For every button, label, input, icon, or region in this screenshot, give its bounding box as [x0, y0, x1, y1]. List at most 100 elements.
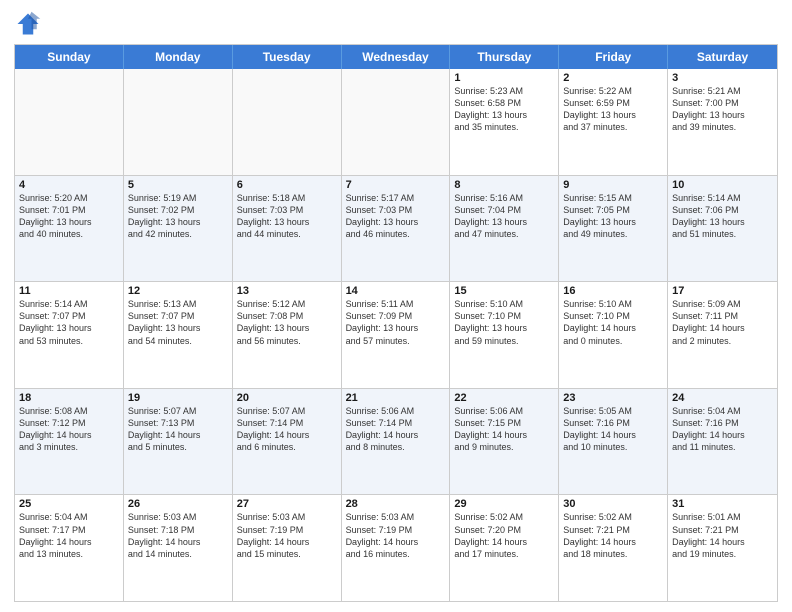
day-info: Sunrise: 5:15 AM Sunset: 7:05 PM Dayligh… [563, 192, 663, 241]
day-cell-19: 19Sunrise: 5:07 AM Sunset: 7:13 PM Dayli… [124, 389, 233, 495]
day-cell-22: 22Sunrise: 5:06 AM Sunset: 7:15 PM Dayli… [450, 389, 559, 495]
day-info: Sunrise: 5:04 AM Sunset: 7:16 PM Dayligh… [672, 405, 773, 454]
day-cell-6: 6Sunrise: 5:18 AM Sunset: 7:03 PM Daylig… [233, 176, 342, 282]
day-number: 26 [128, 498, 228, 510]
day-number: 14 [346, 285, 446, 297]
day-cell-3: 3Sunrise: 5:21 AM Sunset: 7:00 PM Daylig… [668, 69, 777, 175]
day-number: 21 [346, 392, 446, 404]
day-cell-27: 27Sunrise: 5:03 AM Sunset: 7:19 PM Dayli… [233, 495, 342, 601]
header-day-monday: Monday [124, 45, 233, 69]
day-info: Sunrise: 5:17 AM Sunset: 7:03 PM Dayligh… [346, 192, 446, 241]
day-number: 15 [454, 285, 554, 297]
calendar-body: 1Sunrise: 5:23 AM Sunset: 6:58 PM Daylig… [15, 69, 777, 601]
calendar-header-row: SundayMondayTuesdayWednesdayThursdayFrid… [15, 45, 777, 69]
day-info: Sunrise: 5:19 AM Sunset: 7:02 PM Dayligh… [128, 192, 228, 241]
day-info: Sunrise: 5:13 AM Sunset: 7:07 PM Dayligh… [128, 298, 228, 347]
day-cell-9: 9Sunrise: 5:15 AM Sunset: 7:05 PM Daylig… [559, 176, 668, 282]
day-cell-30: 30Sunrise: 5:02 AM Sunset: 7:21 PM Dayli… [559, 495, 668, 601]
day-info: Sunrise: 5:05 AM Sunset: 7:16 PM Dayligh… [563, 405, 663, 454]
calendar-row-3: 18Sunrise: 5:08 AM Sunset: 7:12 PM Dayli… [15, 389, 777, 496]
calendar-row-2: 11Sunrise: 5:14 AM Sunset: 7:07 PM Dayli… [15, 282, 777, 389]
day-info: Sunrise: 5:11 AM Sunset: 7:09 PM Dayligh… [346, 298, 446, 347]
calendar: SundayMondayTuesdayWednesdayThursdayFrid… [14, 44, 778, 602]
day-number: 18 [19, 392, 119, 404]
day-number: 2 [563, 72, 663, 84]
page: SundayMondayTuesdayWednesdayThursdayFrid… [0, 0, 792, 612]
day-cell-20: 20Sunrise: 5:07 AM Sunset: 7:14 PM Dayli… [233, 389, 342, 495]
day-number: 22 [454, 392, 554, 404]
day-cell-1: 1Sunrise: 5:23 AM Sunset: 6:58 PM Daylig… [450, 69, 559, 175]
day-number: 28 [346, 498, 446, 510]
day-number: 25 [19, 498, 119, 510]
day-number: 13 [237, 285, 337, 297]
day-cell-26: 26Sunrise: 5:03 AM Sunset: 7:18 PM Dayli… [124, 495, 233, 601]
logo-icon [14, 10, 42, 38]
day-info: Sunrise: 5:01 AM Sunset: 7:21 PM Dayligh… [672, 511, 773, 560]
day-cell-4: 4Sunrise: 5:20 AM Sunset: 7:01 PM Daylig… [15, 176, 124, 282]
calendar-row-0: 1Sunrise: 5:23 AM Sunset: 6:58 PM Daylig… [15, 69, 777, 176]
day-cell-24: 24Sunrise: 5:04 AM Sunset: 7:16 PM Dayli… [668, 389, 777, 495]
day-number: 17 [672, 285, 773, 297]
day-cell-23: 23Sunrise: 5:05 AM Sunset: 7:16 PM Dayli… [559, 389, 668, 495]
day-number: 9 [563, 179, 663, 191]
day-info: Sunrise: 5:06 AM Sunset: 7:15 PM Dayligh… [454, 405, 554, 454]
day-cell-7: 7Sunrise: 5:17 AM Sunset: 7:03 PM Daylig… [342, 176, 451, 282]
header-day-thursday: Thursday [450, 45, 559, 69]
day-info: Sunrise: 5:04 AM Sunset: 7:17 PM Dayligh… [19, 511, 119, 560]
day-info: Sunrise: 5:16 AM Sunset: 7:04 PM Dayligh… [454, 192, 554, 241]
day-number: 10 [672, 179, 773, 191]
day-cell-5: 5Sunrise: 5:19 AM Sunset: 7:02 PM Daylig… [124, 176, 233, 282]
empty-cell [233, 69, 342, 175]
day-cell-10: 10Sunrise: 5:14 AM Sunset: 7:06 PM Dayli… [668, 176, 777, 282]
header-day-friday: Friday [559, 45, 668, 69]
empty-cell [124, 69, 233, 175]
day-number: 4 [19, 179, 119, 191]
day-number: 31 [672, 498, 773, 510]
day-info: Sunrise: 5:08 AM Sunset: 7:12 PM Dayligh… [19, 405, 119, 454]
day-cell-12: 12Sunrise: 5:13 AM Sunset: 7:07 PM Dayli… [124, 282, 233, 388]
day-info: Sunrise: 5:02 AM Sunset: 7:21 PM Dayligh… [563, 511, 663, 560]
day-cell-14: 14Sunrise: 5:11 AM Sunset: 7:09 PM Dayli… [342, 282, 451, 388]
day-number: 24 [672, 392, 773, 404]
day-cell-31: 31Sunrise: 5:01 AM Sunset: 7:21 PM Dayli… [668, 495, 777, 601]
day-cell-8: 8Sunrise: 5:16 AM Sunset: 7:04 PM Daylig… [450, 176, 559, 282]
day-info: Sunrise: 5:12 AM Sunset: 7:08 PM Dayligh… [237, 298, 337, 347]
day-info: Sunrise: 5:10 AM Sunset: 7:10 PM Dayligh… [563, 298, 663, 347]
day-info: Sunrise: 5:23 AM Sunset: 6:58 PM Dayligh… [454, 85, 554, 134]
day-cell-28: 28Sunrise: 5:03 AM Sunset: 7:19 PM Dayli… [342, 495, 451, 601]
header-day-sunday: Sunday [15, 45, 124, 69]
day-number: 7 [346, 179, 446, 191]
day-cell-13: 13Sunrise: 5:12 AM Sunset: 7:08 PM Dayli… [233, 282, 342, 388]
day-cell-21: 21Sunrise: 5:06 AM Sunset: 7:14 PM Dayli… [342, 389, 451, 495]
day-number: 29 [454, 498, 554, 510]
day-info: Sunrise: 5:07 AM Sunset: 7:13 PM Dayligh… [128, 405, 228, 454]
day-number: 6 [237, 179, 337, 191]
header-day-tuesday: Tuesday [233, 45, 342, 69]
day-number: 8 [454, 179, 554, 191]
day-info: Sunrise: 5:07 AM Sunset: 7:14 PM Dayligh… [237, 405, 337, 454]
day-number: 12 [128, 285, 228, 297]
day-info: Sunrise: 5:03 AM Sunset: 7:19 PM Dayligh… [346, 511, 446, 560]
day-number: 16 [563, 285, 663, 297]
day-cell-11: 11Sunrise: 5:14 AM Sunset: 7:07 PM Dayli… [15, 282, 124, 388]
day-number: 23 [563, 392, 663, 404]
day-info: Sunrise: 5:21 AM Sunset: 7:00 PM Dayligh… [672, 85, 773, 134]
day-number: 5 [128, 179, 228, 191]
calendar-row-1: 4Sunrise: 5:20 AM Sunset: 7:01 PM Daylig… [15, 176, 777, 283]
day-info: Sunrise: 5:18 AM Sunset: 7:03 PM Dayligh… [237, 192, 337, 241]
day-cell-15: 15Sunrise: 5:10 AM Sunset: 7:10 PM Dayli… [450, 282, 559, 388]
calendar-row-4: 25Sunrise: 5:04 AM Sunset: 7:17 PM Dayli… [15, 495, 777, 601]
logo [14, 10, 46, 38]
day-info: Sunrise: 5:02 AM Sunset: 7:20 PM Dayligh… [454, 511, 554, 560]
day-info: Sunrise: 5:10 AM Sunset: 7:10 PM Dayligh… [454, 298, 554, 347]
day-cell-18: 18Sunrise: 5:08 AM Sunset: 7:12 PM Dayli… [15, 389, 124, 495]
day-cell-2: 2Sunrise: 5:22 AM Sunset: 6:59 PM Daylig… [559, 69, 668, 175]
day-number: 1 [454, 72, 554, 84]
day-cell-25: 25Sunrise: 5:04 AM Sunset: 7:17 PM Dayli… [15, 495, 124, 601]
day-number: 11 [19, 285, 119, 297]
day-info: Sunrise: 5:03 AM Sunset: 7:19 PM Dayligh… [237, 511, 337, 560]
day-number: 20 [237, 392, 337, 404]
day-info: Sunrise: 5:14 AM Sunset: 7:07 PM Dayligh… [19, 298, 119, 347]
day-info: Sunrise: 5:03 AM Sunset: 7:18 PM Dayligh… [128, 511, 228, 560]
empty-cell [15, 69, 124, 175]
